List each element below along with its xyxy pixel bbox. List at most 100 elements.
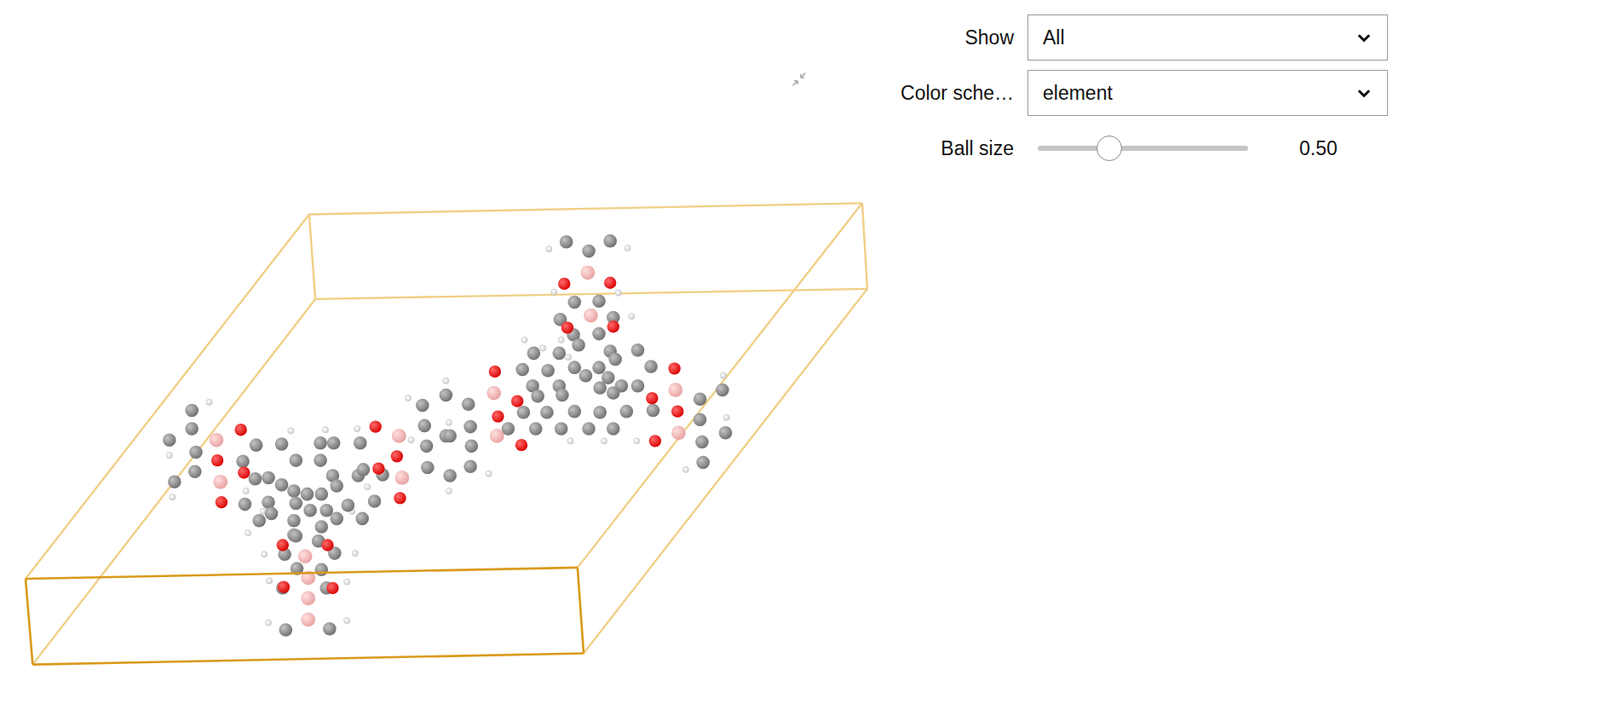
atom [326,581,339,594]
atom [300,590,316,605]
atom [671,425,686,440]
dropdown[interactable]: All [1027,14,1388,61]
atom [559,235,574,249]
atom [645,391,658,404]
atom [289,496,304,511]
atom [443,377,449,384]
atom [242,487,249,494]
atom [540,345,547,352]
atom [521,336,528,343]
atom [682,466,689,472]
atom [606,385,621,400]
cell-edge [25,567,578,579]
chevron-down-icon [1356,29,1372,46]
atom [321,538,334,551]
atom [266,577,273,584]
atom [279,622,294,637]
atom [300,612,316,628]
atom [289,529,304,543]
atom [206,398,213,405]
atom [723,414,730,421]
atom [607,320,620,333]
atom [211,454,224,467]
atom [415,398,430,413]
atom [314,562,329,576]
atom [327,436,341,450]
atom [314,519,329,534]
control-label: Ball size [877,137,1014,161]
cell-edge [577,567,584,654]
atom [369,420,382,432]
atom [234,423,247,436]
atom [322,426,329,433]
atom [189,445,203,460]
slider[interactable]: 0.50 [1027,137,1338,161]
atom [633,437,640,444]
atom [463,460,478,474]
atom [530,389,545,403]
structure-canvas[interactable] [0,0,878,716]
cell-edge [32,299,316,665]
atom [313,453,328,467]
atom [555,388,570,403]
atom [298,548,313,564]
atom [515,362,530,377]
atom [485,470,492,477]
chevron-down-icon [1356,85,1372,101]
atom [314,487,329,501]
atom [264,619,271,626]
atom [329,512,344,526]
dropdown-value: element [1042,81,1113,105]
molecule-viewer[interactable] [0,0,878,716]
cell-edge [309,202,863,214]
atom [693,412,708,426]
atom [261,494,276,509]
atom [356,462,371,477]
atom [580,264,595,280]
atom [166,452,173,459]
atom [443,468,457,483]
atom [235,454,250,469]
cell-edge [25,213,310,579]
atom [571,338,586,352]
cell-edge [862,202,868,289]
atom [372,462,385,475]
atom [592,327,606,341]
atom [322,621,337,636]
atom [351,550,358,557]
atom [353,436,368,450]
atom [275,437,289,451]
atom [287,483,301,498]
dropdown[interactable]: element [1027,69,1388,116]
atom [261,551,268,558]
slider-thumb[interactable] [1096,135,1123,162]
atom [344,578,351,585]
atom [167,474,182,489]
slider-track[interactable] [1037,145,1249,151]
atom [261,471,276,485]
atom [461,397,476,411]
widget: ShowAllColor sche…elementBall size0.50 [0,0,1600,716]
atom [604,276,616,289]
atom [719,425,733,440]
collapse-icon[interactable] [789,69,809,89]
atom [289,453,304,467]
atom [393,491,406,504]
atom [238,497,253,512]
atom [300,487,315,501]
atom [615,289,622,296]
atom [603,234,617,248]
atom [303,503,317,518]
atom [391,449,403,462]
atom [592,405,607,420]
atom [237,466,250,478]
atom [551,288,558,295]
atom [527,346,542,361]
atom [592,380,607,395]
atom [276,581,290,595]
atom [368,494,382,508]
atom [583,308,599,323]
atom [209,432,225,448]
atom [667,362,680,375]
atom [649,434,662,447]
